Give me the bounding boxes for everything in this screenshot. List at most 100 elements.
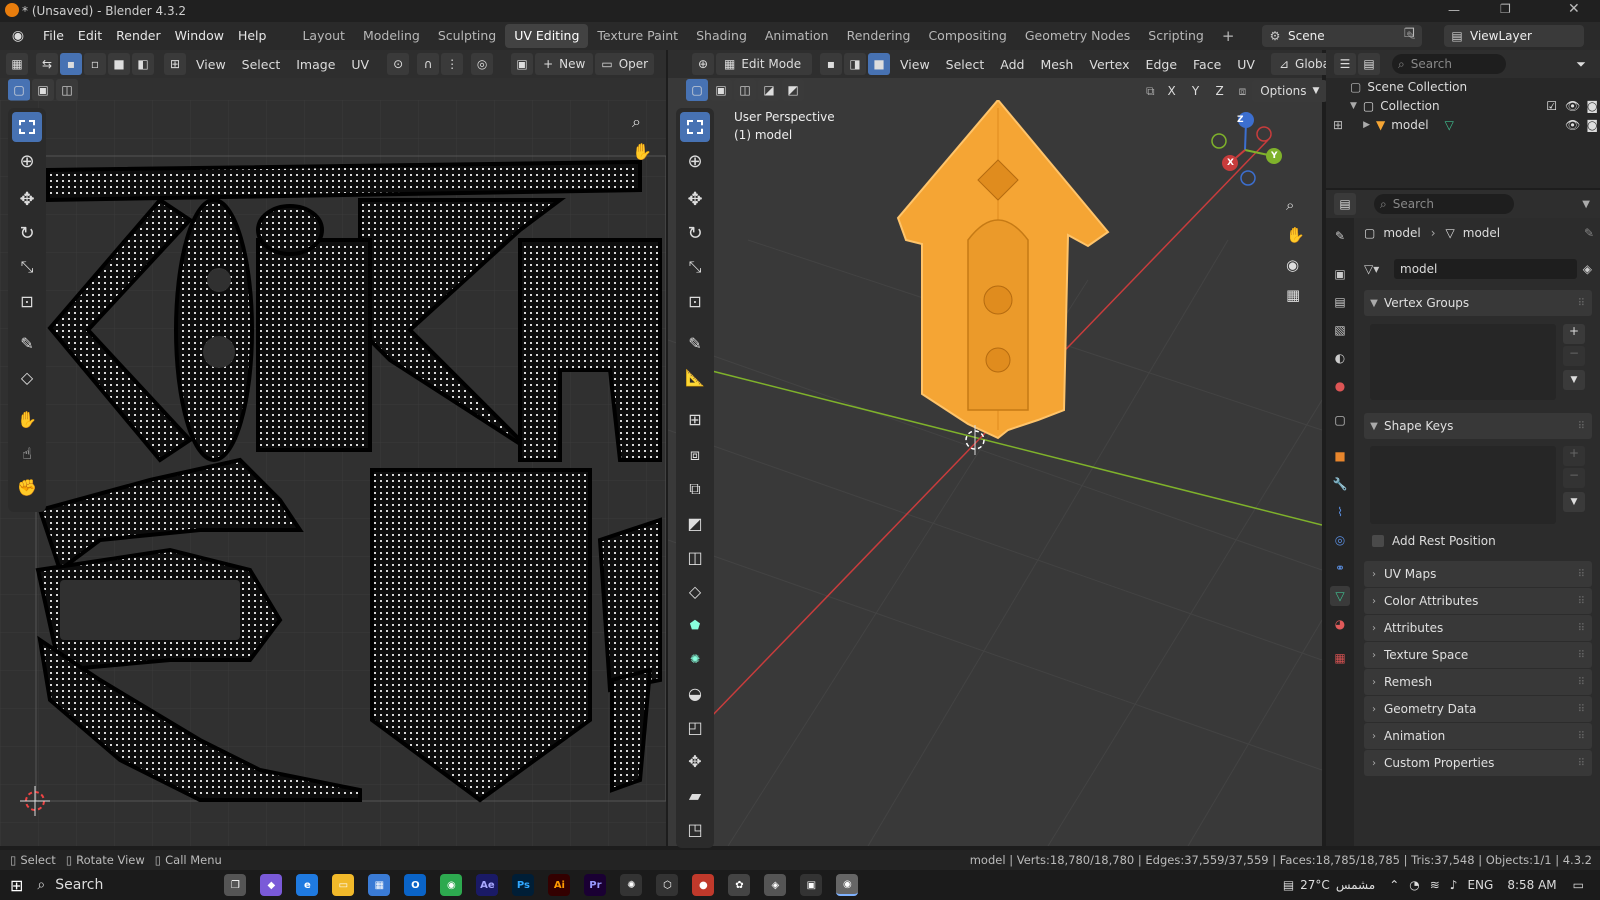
- sticky-select-icon[interactable]: ⊞: [164, 53, 186, 75]
- menu-render[interactable]: Render: [109, 22, 168, 50]
- shrink-tool-icon[interactable]: ✥: [680, 746, 710, 776]
- viewport-menu-face[interactable]: Face: [1185, 57, 1229, 72]
- tab-geometry-nodes[interactable]: Geometry Nodes: [1016, 24, 1139, 48]
- perspective-toggle-icon[interactable]: ▦: [1286, 286, 1300, 304]
- tool-tab-icon[interactable]: ✎: [1330, 226, 1350, 246]
- collection-expand-icon[interactable]: ▼: [1350, 101, 1357, 111]
- media-app-icon[interactable]: ●: [692, 874, 715, 896]
- collection-eye-icon[interactable]: 👁: [1565, 99, 1580, 113]
- temperature[interactable]: 27°C: [1300, 878, 1330, 892]
- model-eye-icon[interactable]: 👁: [1565, 118, 1580, 132]
- view-layer-tab-icon[interactable]: ▧: [1330, 320, 1350, 340]
- vertex-group-specials-icon[interactable]: ▼: [1563, 370, 1585, 390]
- relax-tool-icon[interactable]: ☝: [12, 438, 42, 468]
- render-tab-icon[interactable]: ▣: [1330, 264, 1350, 284]
- add-vertex-group-icon[interactable]: +: [1563, 324, 1585, 344]
- collection-camera-icon[interactable]: ◙: [1586, 99, 1598, 113]
- tab-uv-editing[interactable]: UV Editing: [505, 24, 589, 48]
- shear-tool-icon[interactable]: ▰: [680, 780, 710, 810]
- move-tool-icon[interactable]: ✥: [12, 184, 42, 214]
- add-rest-position-row[interactable]: Add Rest Position: [1372, 534, 1496, 548]
- chatgpt-icon[interactable]: ✺: [620, 874, 643, 896]
- constraints-tab-icon[interactable]: ⚭: [1330, 558, 1350, 578]
- panel-remesh[interactable]: › Remesh ⠿: [1364, 669, 1592, 695]
- grab-tool-icon[interactable]: ✋: [12, 404, 42, 434]
- uv-maps-grip-icon[interactable]: ⠿: [1578, 569, 1585, 580]
- properties-options-icon[interactable]: ▼: [1582, 199, 1590, 210]
- vp-transform-tool-icon[interactable]: ⊡: [680, 286, 710, 316]
- taskbar-search[interactable]: ⌕ Search: [37, 877, 217, 893]
- photoshop-icon[interactable]: Ps: [512, 874, 535, 896]
- options-dropdown[interactable]: Options ▼: [1252, 80, 1328, 102]
- texture-tab-icon[interactable]: ▦: [1330, 648, 1350, 668]
- object-tab-icon[interactable]: ■: [1330, 446, 1350, 466]
- navigation-gizmo[interactable]: [1211, 112, 1282, 186]
- viewport-menu-mesh[interactable]: Mesh: [1032, 57, 1081, 72]
- snap-icon[interactable]: ∩: [417, 53, 440, 75]
- smooth-tool-icon[interactable]: ◒: [680, 678, 710, 708]
- outliner-editor-type-icon[interactable]: ☰: [1334, 53, 1356, 75]
- panel-geometry-data[interactable]: › Geometry Data ⠿: [1364, 696, 1592, 722]
- custom-properties-grip-icon[interactable]: ⠿: [1578, 758, 1585, 769]
- vertex-mode-icon[interactable]: ▪: [820, 53, 842, 75]
- add-rest-position-checkbox[interactable]: [1372, 535, 1384, 547]
- uv-select-new-icon[interactable]: ▢: [8, 79, 30, 101]
- mirror-icon[interactable]: ⧉: [1146, 84, 1155, 99]
- panel-texture-space[interactable]: › Texture Space ⠿: [1364, 642, 1592, 668]
- mesh-name-field[interactable]: model: [1394, 259, 1577, 279]
- scene-tab-icon[interactable]: ◐: [1330, 348, 1350, 368]
- inset-tool-icon[interactable]: ⧉: [680, 474, 710, 504]
- panel-vertex-groups[interactable]: ▼ Vertex Groups ⠿: [1364, 290, 1592, 316]
- mode-selector[interactable]: ▦ Edit Mode: [716, 53, 812, 75]
- measure-tool-icon[interactable]: 📐: [680, 362, 710, 392]
- annotate-tool-icon[interactable]: ✎: [12, 328, 42, 358]
- remesh-grip-icon[interactable]: ⠿: [1578, 677, 1585, 688]
- scene-selector[interactable]: ⚙ Scene ✎: [1262, 25, 1422, 47]
- pan-icon[interactable]: ✋: [632, 142, 652, 161]
- game-app-icon[interactable]: ◈: [764, 874, 787, 896]
- scale-tool-icon[interactable]: ⤡: [12, 252, 42, 282]
- mirror-y[interactable]: Y: [1185, 80, 1207, 102]
- volume-icon[interactable]: ♪: [1450, 878, 1458, 892]
- viewport-menu-edge[interactable]: Edge: [1138, 57, 1185, 72]
- uv-menu-image[interactable]: Image: [288, 57, 343, 72]
- panel-animation[interactable]: › Animation ⠿: [1364, 723, 1592, 749]
- notifications-icon[interactable]: ▭: [1573, 878, 1584, 892]
- filter-icon[interactable]: ⏷: [1570, 53, 1592, 75]
- sync-selection-icon[interactable]: ⇆: [36, 53, 58, 75]
- vp-select-extend-icon[interactable]: ▣: [710, 79, 732, 101]
- mirror-z[interactable]: Z: [1209, 80, 1231, 102]
- vp-zoom-icon[interactable]: ⌕: [1286, 196, 1294, 214]
- task-view-icon[interactable]: ❐: [224, 874, 247, 896]
- edge-select-icon[interactable]: ▫: [84, 53, 106, 75]
- rip-tool-icon[interactable]: ◇: [12, 362, 42, 392]
- new-scene-icon[interactable]: ❐: [1404, 26, 1415, 40]
- model-mesh[interactable]: [896, 100, 1110, 440]
- maximize-icon[interactable]: ❐: [1500, 2, 1511, 16]
- panel-shape-keys[interactable]: ▼ Shape Keys ⠿: [1364, 413, 1592, 439]
- properties-search[interactable]: ⌕ Search: [1374, 194, 1514, 214]
- remove-shape-key-icon[interactable]: −: [1563, 468, 1585, 488]
- uv-menu-view[interactable]: View: [188, 57, 234, 72]
- face-mode-icon[interactable]: ■: [868, 53, 890, 75]
- bevel-tool-icon[interactable]: ◩: [680, 508, 710, 538]
- weather-icon[interactable]: ▤: [1283, 878, 1294, 892]
- vp-scale-tool-icon[interactable]: ⤡: [680, 252, 710, 282]
- premiere-icon[interactable]: Pr: [584, 874, 607, 896]
- vp-select-intersect-icon[interactable]: ◩: [782, 79, 804, 101]
- tab-scripting[interactable]: Scripting: [1139, 24, 1213, 48]
- display-mode-icon[interactable]: ▤: [1358, 53, 1380, 75]
- extrude-tool-icon[interactable]: ⧈: [680, 440, 710, 470]
- image-browse-icon[interactable]: ▣: [511, 53, 534, 75]
- windows-start-icon[interactable]: ⊞: [10, 876, 23, 895]
- edge-browser-icon[interactable]: e: [296, 874, 319, 896]
- vp-rotate-tool-icon[interactable]: ↻: [680, 218, 710, 248]
- vp-cursor-tool-icon[interactable]: ⊕: [680, 146, 710, 176]
- copilot-icon[interactable]: ◆: [260, 874, 283, 896]
- shape-key-specials-icon[interactable]: ▼: [1563, 492, 1585, 512]
- modifier-tab-icon[interactable]: 🔧: [1330, 474, 1350, 494]
- tray-expand-icon[interactable]: ⌃: [1389, 878, 1399, 892]
- file-explorer-icon[interactable]: ▭: [332, 874, 355, 896]
- model-expand-icon[interactable]: ▶: [1363, 120, 1370, 130]
- viewport-canvas[interactable]: [668, 100, 1322, 846]
